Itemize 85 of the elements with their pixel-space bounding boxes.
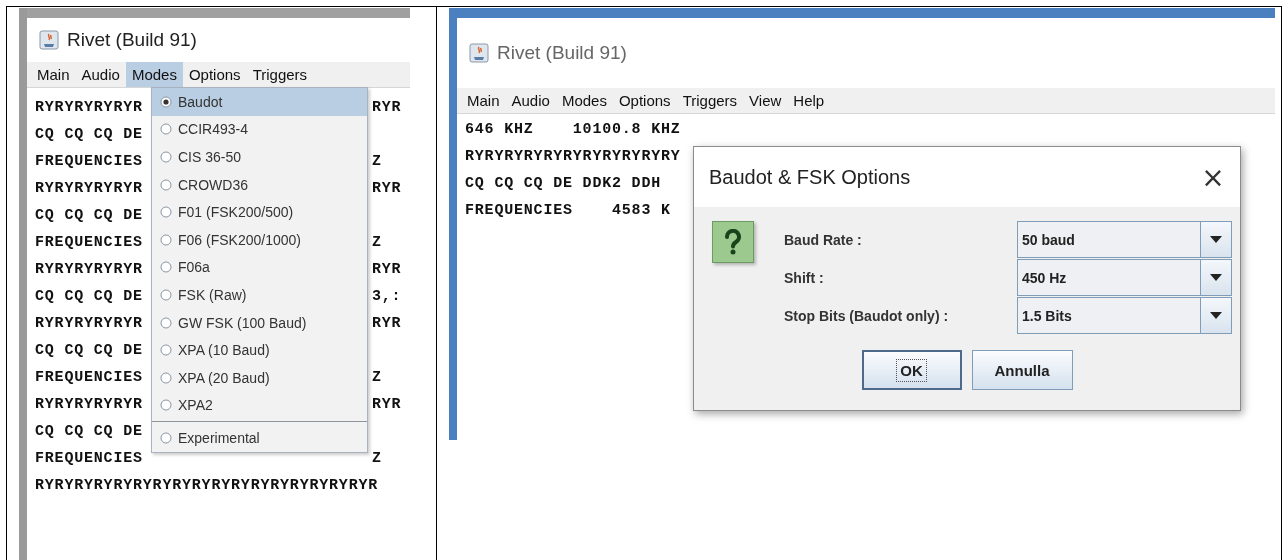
radio-icon [160, 206, 172, 219]
app-icon [469, 43, 489, 63]
menu-option[interactable]: XPA2 [152, 391, 367, 420]
output-text: RYRYRYRYRYRYRYRYRYRYRY [465, 148, 681, 165]
dropdown[interactable]: 50 baud [1017, 221, 1232, 258]
menu-item[interactable]: Modes [125, 62, 183, 87]
field-label: Shift : [784, 269, 825, 286]
menu-option[interactable]: CCIR493-4 [152, 115, 367, 144]
menu-option[interactable]: F06 (FSK200/1000) [152, 225, 367, 254]
output-text: Z [372, 153, 382, 170]
menu-option[interactable]: XPA (10 Baud) [152, 336, 367, 364]
radio-icon [160, 123, 172, 136]
output-text: RYRYRYRYRYR [35, 99, 143, 116]
radio-icon [160, 178, 172, 191]
output-text: Z [372, 369, 382, 386]
menu-item[interactable]: Options [182, 62, 247, 87]
radio-icon [160, 233, 172, 246]
menu-item[interactable]: Modes [555, 88, 613, 113]
output-text: CQ CQ CQ DE [35, 126, 143, 143]
output-text: RYR [372, 315, 402, 332]
radio-icon [160, 151, 172, 163]
output-text: RYR [372, 180, 402, 197]
dialog-button[interactable]: Annulla [971, 350, 1073, 390]
menu-option[interactable]: F06a [152, 253, 367, 282]
output-text: RYR [372, 99, 402, 116]
window-title: Rivet (Build 91) [67, 29, 197, 51]
caret-icon [1210, 236, 1222, 243]
caret-icon [1210, 274, 1222, 281]
menu-option[interactable]: FSK (Raw) [152, 281, 367, 309]
output-text: RYRYRYRYRYR [35, 396, 143, 413]
output-text: 646 KHZ 10100.8 KHZ [465, 121, 681, 138]
output-text: RYRYRYRYRYR [35, 180, 143, 197]
output-text: CQ CQ CQ DE [35, 207, 143, 224]
output-text: RYRYRYRYRYRYRYRYRYRYRYRYRYRYRYRYRYR [35, 477, 379, 494]
output-text: CQ CQ CQ DE DDK2 DDH [465, 175, 662, 192]
menu-option[interactable]: F01 (FSK200/500) [152, 198, 367, 226]
menu-option[interactable]: Baudot [152, 88, 367, 116]
output-text: CQ CQ CQ DE [35, 288, 143, 305]
caret-icon [1210, 312, 1222, 319]
dropdown[interactable]: 450 Hz [1017, 259, 1232, 296]
close-button[interactable]: × [1190, 154, 1236, 200]
output-text: FREQUENCIES [35, 450, 143, 467]
menu-option[interactable]: GW FSK (100 Baud) [152, 308, 367, 337]
dialog-button[interactable]: OK [861, 350, 962, 390]
field-label: Stop Bits (Baudot only) : [784, 307, 950, 324]
menu-option[interactable]: Experimental [152, 424, 367, 452]
menu-item[interactable]: Main [461, 88, 506, 113]
menu-item[interactable]: Triggers [676, 88, 744, 113]
dialog-title: Baudot & FSK Options [709, 165, 911, 189]
menu-item[interactable]: Audio [75, 62, 126, 87]
help-icon [712, 221, 754, 263]
radio-icon [160, 344, 172, 357]
output-text: FREQUENCIES [35, 153, 143, 170]
menu-option[interactable]: CROWD36 [152, 170, 367, 199]
output-text: CQ CQ CQ DE [35, 423, 143, 440]
output-text: Z [372, 234, 382, 251]
output-text: FREQUENCIES [35, 369, 143, 386]
radio-icon [160, 288, 172, 301]
output-text: RYRYRYRYRYR [35, 261, 143, 278]
menu-option[interactable]: XPA (20 Baud) [152, 363, 367, 392]
output-text: RYR [372, 396, 402, 413]
radio-icon [160, 261, 172, 274]
radio-icon [160, 316, 172, 329]
output-text: CQ CQ CQ DE [35, 342, 143, 359]
output-text: 3,: [372, 288, 402, 305]
radio-icon [160, 371, 172, 384]
output-text: RYRYRYRYRYR [35, 315, 143, 332]
menu-item[interactable]: Triggers [246, 62, 314, 87]
menu-item[interactable]: Main [31, 62, 76, 87]
output-text: FREQUENCIES 4583 K [465, 202, 671, 219]
field-label: Baud Rate : [784, 231, 863, 248]
app-icon [39, 30, 59, 50]
menu-item[interactable]: Audio [505, 88, 556, 113]
output-text: Z [372, 450, 382, 467]
radio-icon [160, 431, 172, 444]
radio-icon [160, 399, 172, 412]
menu-option[interactable]: CIS 36-50 [152, 143, 367, 171]
output-text: FREQUENCIES [35, 234, 143, 251]
window-title: Rivet (Build 91) [497, 42, 627, 64]
radio-icon [160, 95, 172, 108]
menu-item[interactable]: Help [787, 88, 831, 113]
dropdown[interactable]: 1.5 Bits [1017, 297, 1232, 334]
output-text: RYR [372, 261, 402, 278]
menu-item[interactable]: Options [612, 88, 677, 113]
menu-item[interactable]: View [743, 88, 788, 113]
